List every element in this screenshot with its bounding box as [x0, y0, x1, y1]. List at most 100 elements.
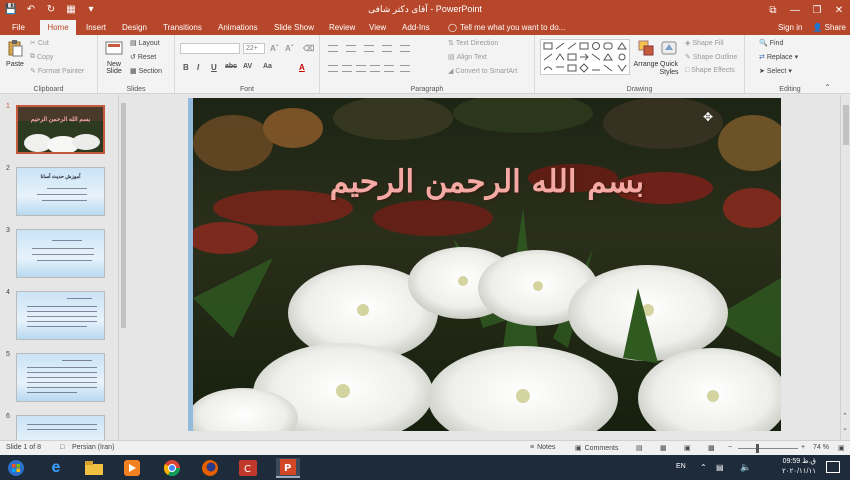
media-player-icon[interactable]	[120, 458, 144, 478]
tab-insert[interactable]: Insert	[82, 20, 110, 35]
close-button[interactable]: ✕	[828, 0, 850, 20]
select-button[interactable]: ➤ Select ▾	[759, 67, 792, 76]
thumbnail-item[interactable]: 3	[0, 227, 120, 283]
tab-add-ins[interactable]: Add-Ins	[398, 20, 434, 35]
distributed-icon[interactable]	[384, 65, 394, 72]
slide-sorter-icon[interactable]: ▦	[660, 444, 667, 452]
bullets-icon[interactable]	[328, 45, 338, 52]
share-button[interactable]: 👤 Share	[812, 20, 846, 35]
ribbon-display-options-button[interactable]: ⧉	[762, 0, 784, 20]
copy-button[interactable]: ⧉ Copy	[30, 53, 53, 61]
thumbnails-scrollbar[interactable]	[118, 95, 127, 440]
slide-title[interactable]: بسم الله الرحمن الرحيم	[193, 164, 781, 200]
reset-button[interactable]: ↺ Reset	[130, 53, 156, 62]
language-indicator[interactable]: Persian (Iran)	[72, 444, 114, 451]
restore-button[interactable]: ❐	[806, 0, 828, 20]
tab-review[interactable]: Review	[325, 20, 359, 35]
font-name-box[interactable]	[180, 43, 240, 54]
underline-button[interactable]: U	[211, 63, 217, 72]
zoom-slider[interactable]	[738, 448, 798, 449]
bold-button[interactable]: B	[183, 63, 189, 72]
slide-scrollbar-thumb[interactable]	[843, 105, 849, 145]
font-size-box[interactable]: 22+	[243, 43, 265, 54]
increase-indent-icon[interactable]	[382, 45, 392, 52]
thumbnail-item[interactable]: 5	[0, 351, 120, 407]
powerpoint-taskbar-icon[interactable]: P	[276, 458, 300, 478]
arrange-button[interactable]: Arrange	[633, 39, 659, 68]
convert-smartart-button[interactable]: ◢ Convert to SmartArt	[448, 67, 517, 76]
reading-view-icon[interactable]: ▣	[684, 444, 691, 452]
sign-in-link[interactable]: Sign in	[778, 20, 802, 35]
show-hidden-icons-icon[interactable]: ⌃	[700, 463, 707, 472]
strikethrough-button[interactable]: abc	[225, 63, 237, 70]
align-text-button[interactable]: ▤ Align Text	[448, 53, 487, 62]
firefox-icon[interactable]	[198, 458, 222, 478]
notes-button[interactable]: ≡ Notes	[530, 444, 555, 451]
format-painter-button[interactable]: ✎ Format Painter	[30, 67, 84, 76]
fit-slide-icon[interactable]: ▣	[838, 444, 845, 452]
text-direction-button[interactable]: ⇅ Text Direction	[448, 39, 498, 48]
tab-transitions[interactable]: Transitions	[159, 20, 206, 35]
comments-button[interactable]: ▣ Comments	[575, 444, 618, 453]
line-spacing-icon[interactable]	[400, 45, 410, 52]
change-case-button[interactable]: Aa	[263, 63, 272, 70]
char-spacing-button[interactable]: AV	[243, 63, 252, 70]
zoom-in-icon[interactable]: +	[801, 444, 805, 451]
input-language-indicator[interactable]: EN	[676, 463, 686, 470]
thumbnail-item[interactable]: 2 آموزش حدیث آسانا	[0, 165, 120, 221]
shape-fill-button[interactable]: ◈ Shape Fill	[685, 39, 724, 48]
shape-outline-button[interactable]: ✎ Shape Outline	[685, 53, 737, 62]
grow-font-icon[interactable]: Aˆ	[270, 44, 278, 53]
collapse-ribbon-icon[interactable]: ⌃	[824, 83, 831, 92]
system-clock[interactable]: 09:59 ق.ظ ۲۰۲۰/۱۱/۱۱	[782, 457, 816, 477]
quick-styles-button[interactable]: Quick Styles	[657, 39, 681, 77]
tab-file[interactable]: File	[8, 20, 29, 35]
tab-view[interactable]: View	[365, 20, 390, 35]
network-icon[interactable]: ▤	[716, 463, 724, 472]
tab-home[interactable]: Home	[40, 20, 76, 35]
zoom-out-icon[interactable]: −	[728, 444, 732, 451]
section-button[interactable]: ▦ Section	[130, 67, 162, 76]
align-left-icon[interactable]	[328, 65, 338, 72]
paste-button[interactable]: Paste	[4, 39, 26, 68]
slide-scrollbar[interactable]: ⌃ ⌄	[840, 95, 850, 440]
thumbnails-scrollbar-thumb[interactable]	[121, 103, 126, 328]
numbering-icon[interactable]	[346, 45, 356, 52]
layout-button[interactable]: ▤ Layout	[130, 39, 160, 48]
justify-icon[interactable]	[370, 65, 380, 72]
replace-button[interactable]: ⇄ Replace ▾	[759, 53, 798, 62]
zoom-slider-thumb[interactable]	[756, 444, 759, 453]
tell-me-box[interactable]: ◯ Tell me what you want to do...	[448, 20, 565, 35]
tab-slide-show[interactable]: Slide Show	[270, 20, 318, 35]
previous-slide-icon[interactable]: ⌃	[842, 412, 848, 420]
font-color-button[interactable]: A	[299, 63, 305, 72]
current-slide[interactable]: بسم الله الرحمن الرحيم ✥	[193, 98, 781, 431]
screen-recorder-icon[interactable]: C	[236, 458, 260, 478]
new-slide-button[interactable]: New Slide	[101, 39, 127, 75]
shrink-font-icon[interactable]: Aˇ	[285, 44, 293, 53]
zoom-level[interactable]: 74 %	[813, 444, 829, 451]
columns-icon[interactable]	[400, 65, 410, 72]
shape-effects-button[interactable]: □ Shape Effects	[685, 67, 735, 74]
file-explorer-icon[interactable]	[82, 458, 106, 478]
find-button[interactable]: 🔍 Find	[759, 39, 783, 48]
spell-check-icon[interactable]: □	[60, 444, 64, 451]
thumbnail-item[interactable]: 4	[0, 289, 120, 345]
thumbnail-item[interactable]: 1 بسم الله الرحمن الرحيم	[0, 103, 120, 159]
align-center-icon[interactable]	[342, 65, 352, 72]
italic-button[interactable]: I	[197, 63, 199, 72]
thumbnail-item[interactable]: 6	[0, 413, 120, 440]
cut-button[interactable]: ✂ Cut	[30, 39, 49, 48]
windows-start-icon[interactable]	[4, 458, 28, 478]
tab-animations[interactable]: Animations	[214, 20, 262, 35]
decrease-indent-icon[interactable]	[364, 45, 374, 52]
slideshow-view-icon[interactable]: ▩	[708, 444, 715, 452]
minimize-button[interactable]: —	[784, 0, 806, 20]
normal-view-icon[interactable]: ▤	[636, 444, 643, 452]
align-right-icon[interactable]	[356, 65, 366, 72]
shapes-gallery[interactable]	[540, 39, 630, 75]
action-center-icon[interactable]	[826, 461, 840, 473]
internet-explorer-icon[interactable]: e	[44, 458, 68, 478]
chrome-icon[interactable]	[160, 458, 184, 478]
next-slide-icon[interactable]: ⌄	[842, 424, 848, 432]
